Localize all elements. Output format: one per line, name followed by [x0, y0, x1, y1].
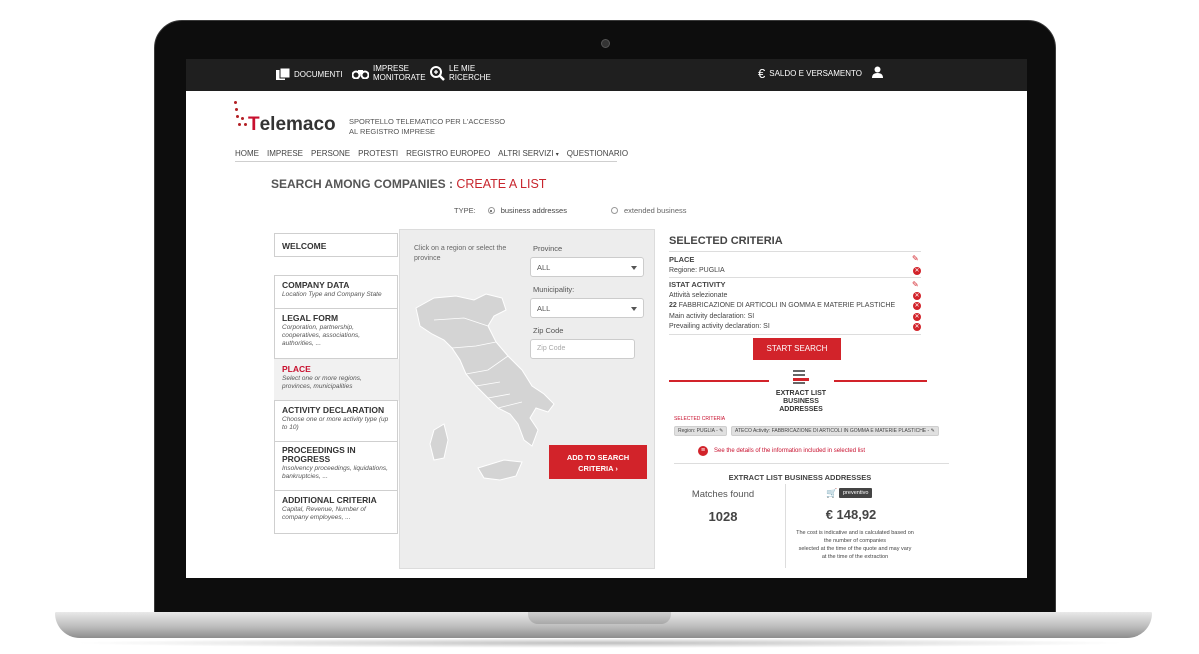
list-icon: [793, 370, 809, 384]
province-label: Province: [533, 244, 563, 253]
screen: DOCUMENTI IMPRESE MONITORATE LE MIE RICERC…: [186, 59, 1027, 578]
remove-place-icon[interactable]: ✕: [913, 267, 921, 275]
documents-label: DOCUMENTI: [294, 69, 343, 79]
remove-prevailing-decl-icon[interactable]: ✕: [913, 323, 921, 331]
municipality-label: Municipality:: [533, 285, 575, 294]
logo-dots-icon: [234, 101, 248, 131]
nav-protesti[interactable]: PROTESTI: [358, 149, 398, 161]
type-option-business-addresses: business addresses: [500, 206, 567, 215]
my-searches-label-1: LE MIE: [449, 64, 476, 73]
price-value: € 148,92: [825, 507, 877, 522]
extract-section-title: EXTRACT LIST BUSINESS ADDRESSES: [728, 473, 872, 482]
dropdown-caret-icon: [631, 266, 637, 270]
place-region: Regione: PUGLIA: [669, 267, 725, 274]
type-selector: TYPE: business addresses extended busine…: [454, 206, 687, 215]
remove-istat-icon[interactable]: ✕: [913, 292, 921, 300]
balance-label: SALDO E VERSAMENTO: [769, 69, 862, 78]
monitored-label-1: IMPRESE: [373, 64, 410, 73]
type-label: TYPE:: [454, 206, 476, 215]
radio-extended-business[interactable]: [610, 207, 618, 214]
nav-registro-europeo[interactable]: REGISTRO EUROPEO: [406, 149, 490, 161]
type-option-extended-business: extended business: [623, 206, 687, 215]
laptop-shadow: [70, 638, 1130, 648]
matches-found-value: 1028: [708, 509, 738, 524]
cost-note: The cost is indicative and is calculated…: [796, 530, 914, 560]
divider-left: [669, 380, 769, 382]
tab-additional-criteria[interactable]: ADDITIONAL CRITERIA Capital, Revenue, Num…: [274, 490, 398, 534]
search-icon: [430, 65, 445, 81]
nav-home[interactable]: HOME: [235, 149, 259, 161]
edit-place-icon[interactable]: ✎: [912, 255, 919, 263]
laptop-notch: [528, 612, 671, 624]
quote-badge[interactable]: preventivo: [839, 488, 873, 498]
pencil-icon: ✎: [930, 428, 935, 434]
main-nav: HOME IMPRESE PERSONE PROTESTI REGISTRO E…: [235, 149, 628, 162]
user-icon: [872, 66, 883, 78]
tab-company-data[interactable]: COMPANY DATA Location Type and Company St…: [274, 275, 398, 310]
details-link[interactable]: See the details of the information inclu…: [714, 448, 865, 454]
logo-text: Telemaco: [248, 114, 336, 135]
chip-region[interactable]: Region: PUGLIA - ✎: [674, 426, 728, 436]
divider-right: [834, 380, 927, 382]
user-menu[interactable]: [872, 66, 883, 78]
documents-link[interactable]: DOCUMENTI: [276, 68, 342, 80]
municipality-select[interactable]: ALL: [530, 298, 644, 318]
extract-list-label[interactable]: EXTRACT LIST BUSINESS ADDRESSES: [756, 390, 846, 414]
tab-proceedings[interactable]: PROCEEDINGS IN PROGRESS Insolvency procee…: [274, 441, 398, 492]
balance-link[interactable]: € SALDO E VERSAMENTO: [758, 67, 862, 80]
tagline: SPORTELLO TELEMATICO PER L'ACCESSO AL REG…: [349, 117, 506, 136]
page-subtitle: CREATE A LIST: [456, 177, 547, 191]
main-activity-declaration: Main activity declaration: SI: [669, 313, 755, 320]
prevailing-activity-declaration: Prevailing activity declaration: SI: [669, 323, 770, 330]
tab-welcome[interactable]: WELCOME: [274, 233, 398, 257]
chevron-right-icon: ›: [615, 464, 618, 473]
place-panel: Click on a region or select the province…: [399, 229, 655, 569]
tab-activity-declaration[interactable]: ACTIVITY DECLARATION Choose one or more a…: [274, 400, 398, 442]
zip-label: Zip Code: [533, 326, 564, 335]
italy-map[interactable]: [404, 290, 564, 490]
map-hint: Click on a region or select the province: [414, 245, 507, 262]
matches-found-label: Matches found: [691, 489, 755, 500]
tab-legal-form[interactable]: LEGAL FORM Corporation, partnership, coop…: [274, 308, 398, 359]
cart-icon[interactable]: 🛒: [826, 488, 837, 499]
top-bar: DOCUMENTI IMPRESE MONITORATE LE MIE RICERC…: [186, 59, 1027, 91]
remove-main-decl-icon[interactable]: ✕: [913, 313, 921, 321]
add-to-search-criteria-button[interactable]: ADD TO SEARCH CRITERIA ›: [549, 445, 647, 479]
monitored-label-2: MONITORATE: [373, 73, 426, 82]
selected-criteria-small: SELECTED CRITERIA: [674, 416, 726, 422]
euro-icon: €: [758, 66, 766, 81]
chip-ateco[interactable]: ATECO Activity: FABBRICAZIONE DI ARTICOL…: [731, 426, 939, 436]
my-searches-label-2: RICERCHE: [449, 73, 491, 82]
nav-persone[interactable]: PERSONE: [311, 149, 350, 161]
place-heading: PLACE: [669, 255, 695, 264]
page-title: SEARCH AMONG COMPANIES : CREATE A LIST: [271, 177, 547, 191]
camera-dot: [601, 39, 610, 48]
istat-activity-item: 22 FABBRICAZIONE DI ARTICOLI IN GOMMA E …: [669, 302, 896, 309]
istat-selected: Attività selezionate: [669, 292, 728, 299]
istat-heading: ISTAT ACTIVITY: [669, 280, 726, 289]
documents-icon: [276, 68, 290, 80]
radio-business-addresses[interactable]: [487, 207, 495, 214]
start-search-button[interactable]: START SEARCH: [753, 338, 841, 360]
selected-criteria-title: SELECTED CRITERIA: [669, 235, 783, 247]
province-select[interactable]: ALL: [530, 257, 644, 277]
nav-imprese[interactable]: IMPRESE: [267, 149, 303, 161]
tab-place[interactable]: PLACE Select one or more regions, provinc…: [274, 359, 400, 401]
list-details-icon: ≡: [698, 446, 708, 456]
remove-activity-icon[interactable]: ✕: [913, 302, 921, 310]
nav-questionario[interactable]: QUESTIONARIO: [567, 149, 628, 161]
monitored-companies-link[interactable]: IMPRESE MONITORATE: [352, 64, 426, 82]
zip-code-input[interactable]: Zip Code: [530, 339, 635, 359]
nav-altri-servizi[interactable]: ALTRI SERVIZI ▾: [498, 149, 559, 161]
edit-istat-icon[interactable]: ✎: [912, 281, 919, 289]
pencil-icon: ✎: [719, 428, 724, 434]
caret-down-icon: ▾: [555, 152, 559, 158]
binoculars-icon: [352, 69, 369, 79]
selected-criteria-box: PLACE ✎ Regione: PUGLIA ✕ ISTAT ACTIVITY…: [669, 251, 921, 335]
my-searches-link[interactable]: LE MIE RICERCHE: [430, 64, 491, 82]
dropdown-caret-icon: [631, 307, 637, 311]
